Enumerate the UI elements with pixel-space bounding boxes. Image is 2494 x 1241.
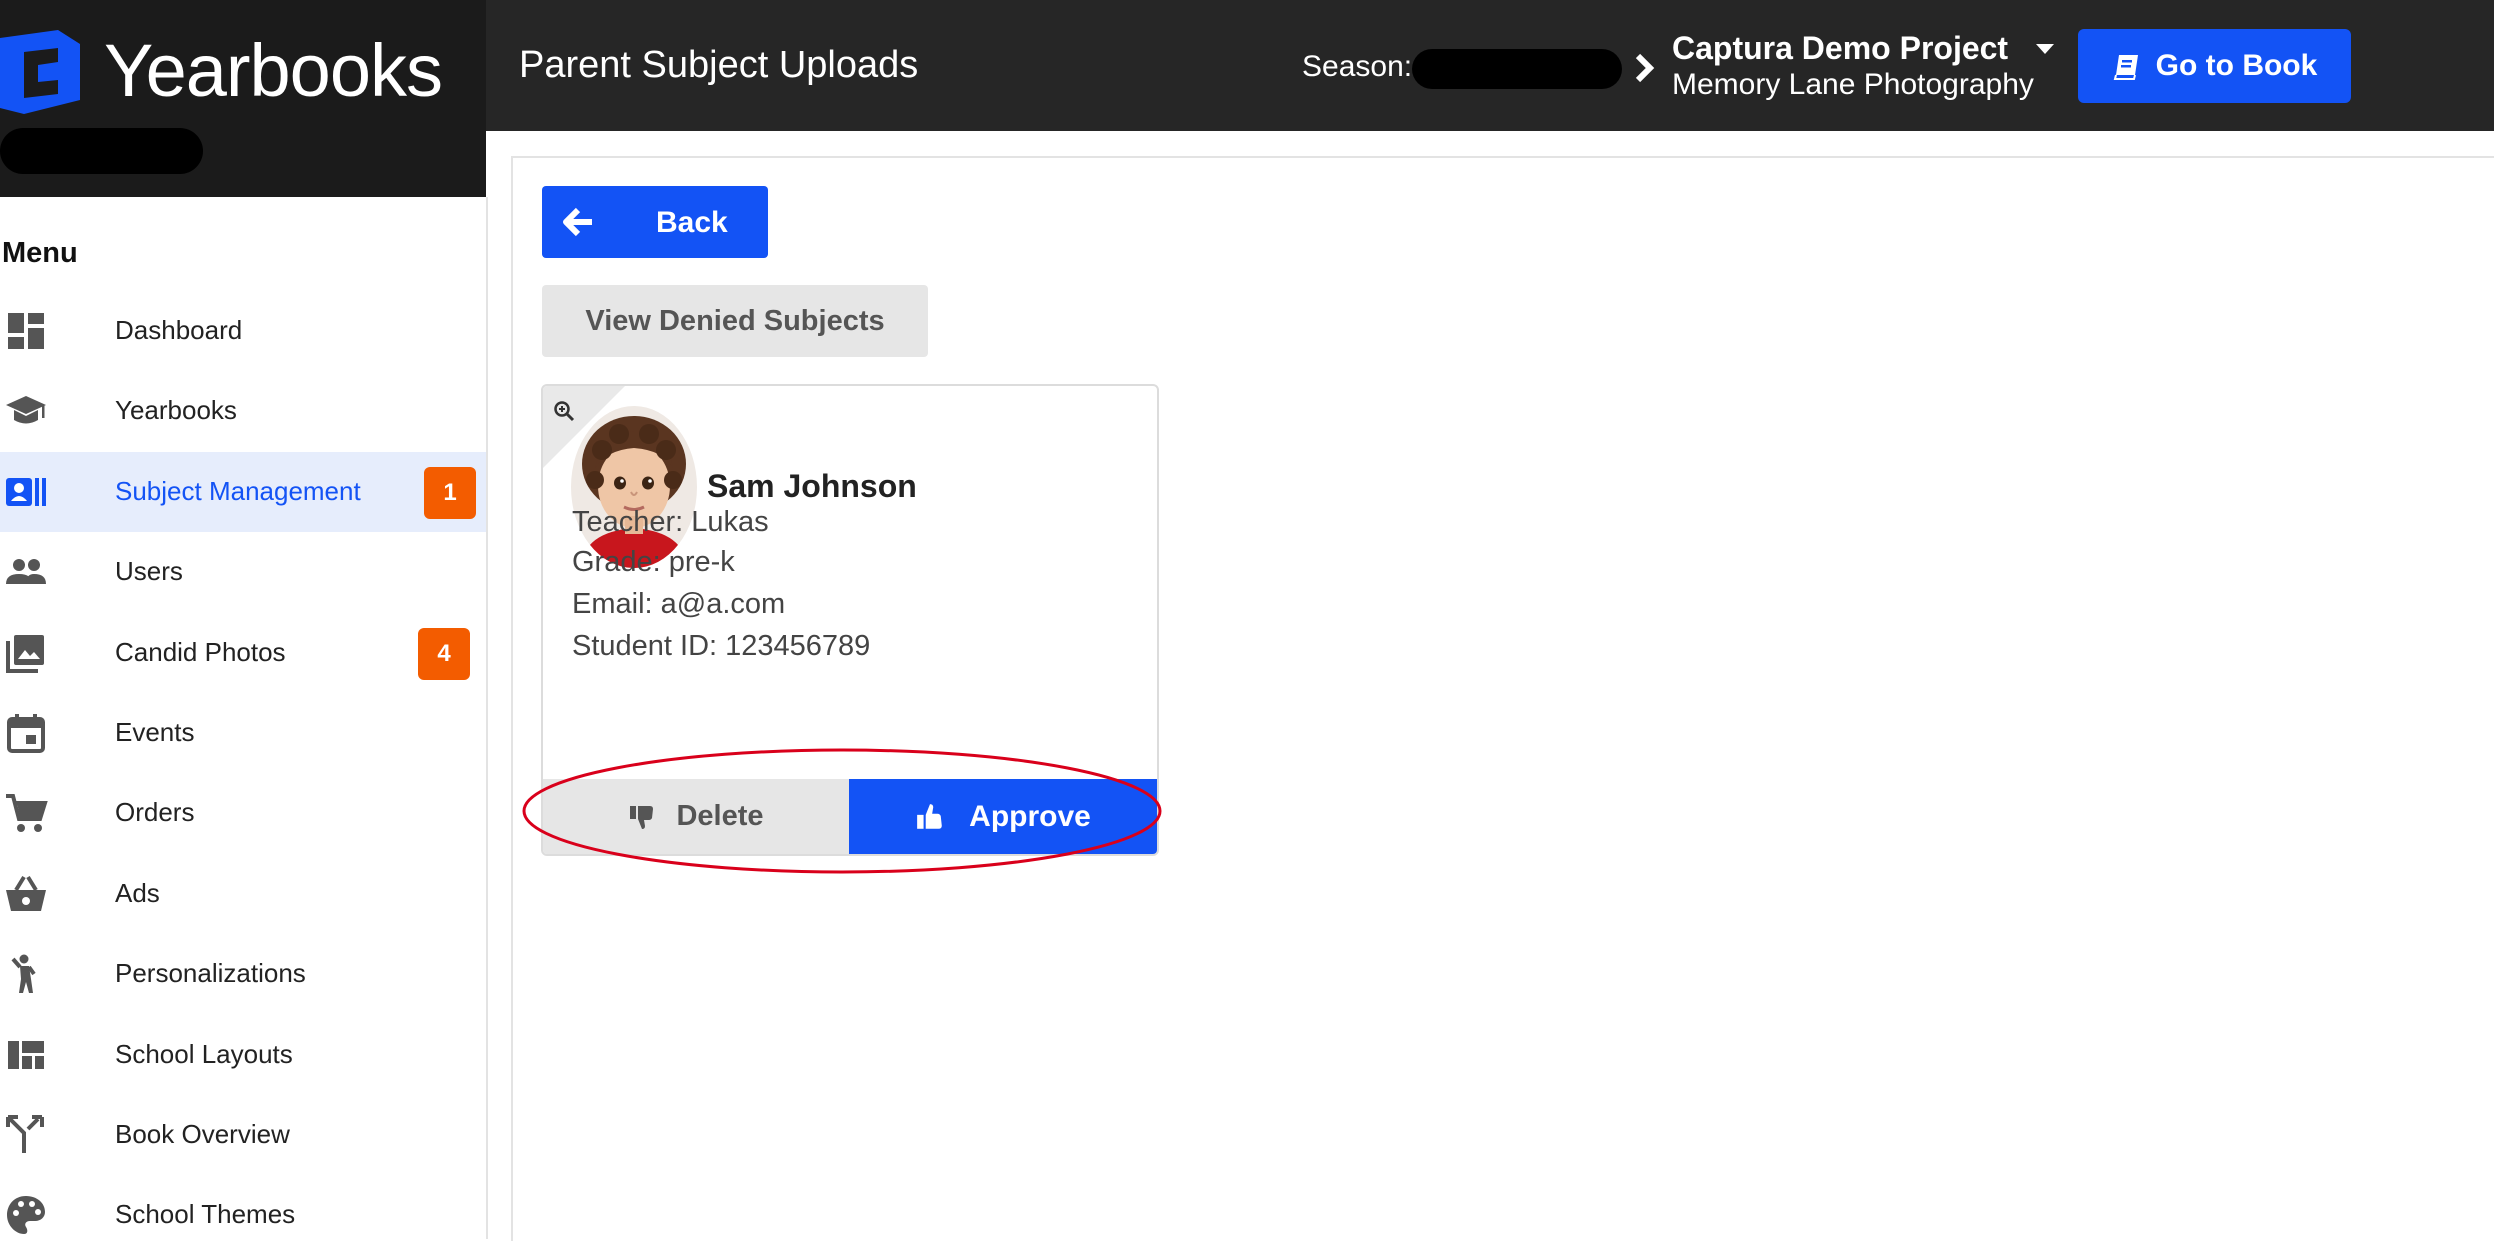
dashboard-icon xyxy=(8,313,44,349)
sidebar-item-label: Personalizations xyxy=(115,958,306,988)
project-name[interactable]: Captura Demo Project xyxy=(1672,30,2008,67)
sidebar-item-label: Orders xyxy=(115,797,195,827)
sidebar-item-label: School Themes xyxy=(115,1199,296,1229)
users-icon xyxy=(6,559,46,584)
sidebar-item-ads[interactable]: Ads xyxy=(0,854,486,934)
subject-photo xyxy=(571,406,697,568)
sidebar-item-orders[interactable]: Orders xyxy=(0,773,486,853)
subject-name: Sam Johnson xyxy=(707,468,917,504)
go-to-book-label: Go to Book xyxy=(2155,49,2318,82)
brand-area: Yearbooks xyxy=(0,0,486,197)
sidebar-item-school-layouts[interactable]: School Layouts xyxy=(0,1015,486,1095)
calendar-icon xyxy=(7,714,45,753)
go-to-book-button[interactable]: Go to Book xyxy=(2078,29,2351,103)
layout-icon xyxy=(8,1041,44,1069)
sidebar-item-personalizations[interactable]: Personalizations xyxy=(0,934,486,1014)
sidebar-item-label: Users xyxy=(115,556,183,586)
candid-photos-count-badge: 4 xyxy=(418,628,470,680)
sidebar-item-label: School Layouts xyxy=(115,1039,293,1069)
subject-student-id: Student ID: 123456789 xyxy=(572,630,871,662)
yearbooks-logo-icon xyxy=(0,30,80,114)
sidebar-item-label: Dashboard xyxy=(115,315,243,345)
sidebar-item-label: Events xyxy=(115,717,195,747)
sidebar-item-label: Ads xyxy=(115,878,160,908)
fork-arrows-icon xyxy=(6,1115,44,1153)
sidebar-item-yearbooks[interactable]: Yearbooks xyxy=(0,371,486,451)
chevron-right-icon xyxy=(1635,53,1655,83)
subject-management-count-badge: 1 xyxy=(424,467,476,519)
cart-icon xyxy=(6,794,48,832)
back-button[interactable]: Back xyxy=(542,186,768,258)
sidebar-item-label: Book Overview xyxy=(115,1119,290,1149)
sidebar-item-users[interactable]: Users xyxy=(0,532,486,612)
studio-name: Memory Lane Photography xyxy=(1672,68,2034,101)
sidebar-item-label: Subject Management xyxy=(115,476,361,506)
season-selector-redacted[interactable] xyxy=(1412,49,1622,89)
person-waving-icon xyxy=(11,954,36,993)
sidebar-item-dashboard[interactable]: Dashboard xyxy=(0,291,486,371)
redacted-school-name xyxy=(0,128,203,174)
brand-name: Yearbooks xyxy=(104,29,443,112)
book-icon xyxy=(2113,55,2138,80)
palette-icon xyxy=(7,1196,45,1234)
contact-card-icon xyxy=(6,478,46,506)
season-label: Season: xyxy=(1302,50,1413,83)
subject-email: Email: a@a.com xyxy=(572,588,786,620)
arrow-left-icon xyxy=(563,207,592,237)
photos-icon xyxy=(6,635,44,673)
subject-teacher: Teacher: Lukas xyxy=(572,506,769,538)
back-label: Back xyxy=(656,206,728,239)
sidebar-item-events[interactable]: Events xyxy=(0,693,486,773)
menu-heading: Menu xyxy=(2,237,78,269)
sidebar-item-label: Candid Photos xyxy=(115,637,286,667)
sidebar-item-school-themes[interactable]: School Themes xyxy=(0,1175,486,1239)
caret-down-icon[interactable] xyxy=(2036,44,2054,54)
view-denied-subjects-button[interactable]: View Denied Subjects xyxy=(542,285,928,357)
page-title: Parent Subject Uploads xyxy=(519,44,919,86)
graduation-cap-icon xyxy=(6,396,46,424)
sidebar-item-candid-photos[interactable]: Candid Photos 4 xyxy=(0,613,486,693)
sidebar-item-label: Yearbooks xyxy=(115,395,237,425)
subject-grade: Grade: pre-k xyxy=(572,546,735,578)
highlight-annotation xyxy=(522,748,1162,874)
basket-icon xyxy=(6,875,46,911)
sidebar-item-subject-management[interactable]: Subject Management 1 xyxy=(0,452,486,532)
sidebar-item-book-overview[interactable]: Book Overview xyxy=(0,1095,486,1175)
